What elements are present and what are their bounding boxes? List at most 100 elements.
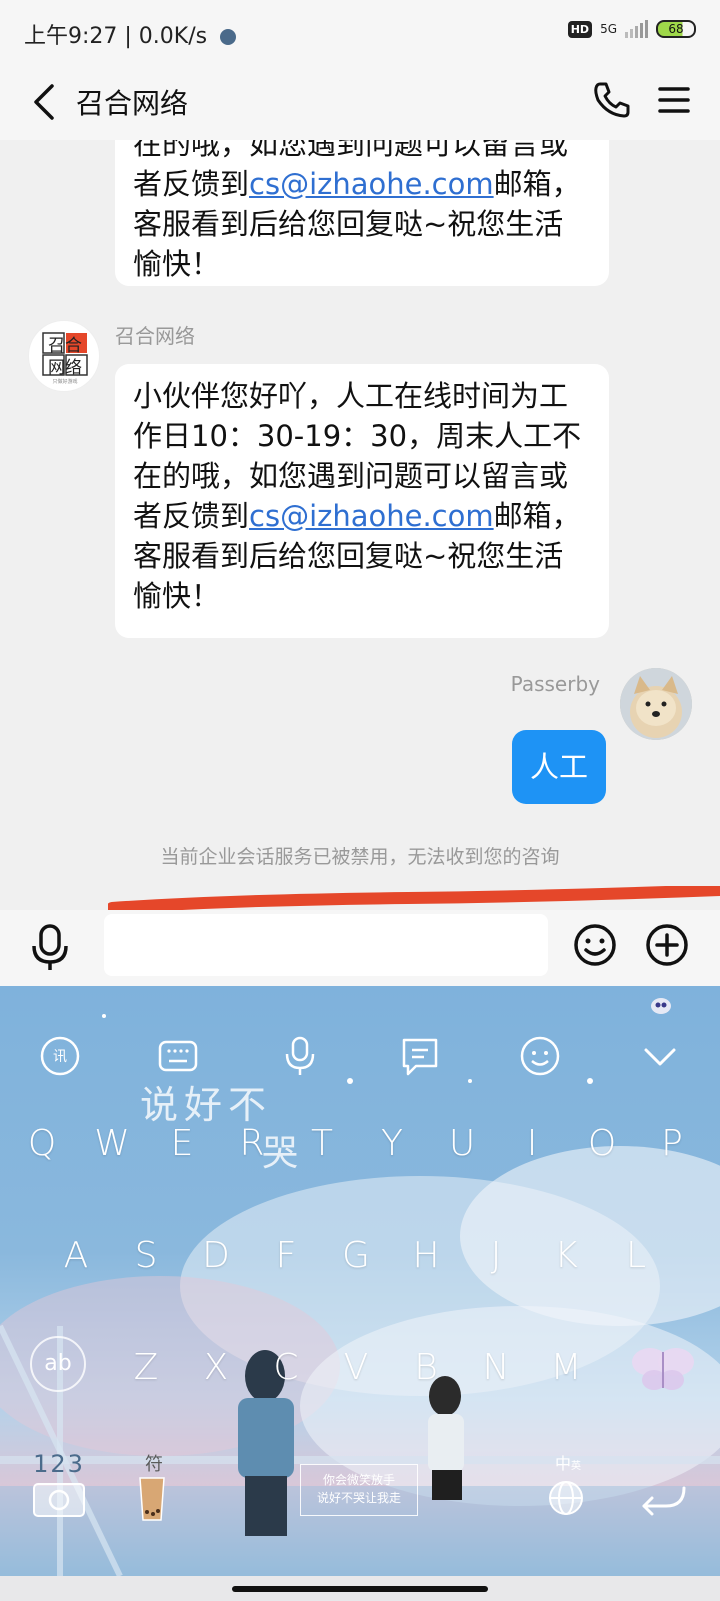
key-t[interactable]: T (292, 1114, 352, 1174)
keyboard-emoji-icon[interactable] (518, 1034, 562, 1078)
ai-input-icon[interactable]: 讯 (38, 1034, 82, 1078)
butterfly-delete-icon[interactable] (628, 1342, 698, 1394)
key-g[interactable]: G (326, 1226, 386, 1286)
message-input[interactable] (104, 914, 548, 976)
battery-icon: 68 (656, 20, 696, 38)
emoji-icon[interactable] (572, 922, 618, 968)
microphone-icon[interactable] (28, 922, 72, 974)
mascot-icon[interactable] (648, 992, 674, 1018)
key-f[interactable]: F (256, 1226, 316, 1286)
key-q[interactable]: Q (12, 1114, 72, 1174)
key-m[interactable]: M (536, 1338, 596, 1398)
key-v[interactable]: V (326, 1338, 386, 1398)
message-line: 客服看到后给您回复哒~祝您生活 (133, 539, 564, 573)
dog-avatar-icon (620, 668, 692, 740)
message-line: 客服看到后给您回复哒~祝您生活 (133, 207, 564, 241)
language-switch-key[interactable]: 中英 (548, 1450, 588, 1474)
user-message-text: 人工 (529, 750, 588, 784)
menu-icon[interactable] (652, 78, 696, 122)
key-e[interactable]: E (152, 1114, 212, 1174)
key-x[interactable]: X (186, 1338, 246, 1398)
hd-badge: HD (567, 20, 593, 38)
voice-input-icon[interactable] (278, 1034, 322, 1078)
input-bar (0, 910, 720, 986)
battery-level: 68 (668, 22, 684, 36)
shift-key[interactable]: ab (30, 1336, 86, 1392)
message-text: 者反馈到 (133, 167, 250, 201)
key-k[interactable]: K (536, 1226, 596, 1286)
chat-area[interactable]: 在的哦，如您遇到问题可以留言或 者反馈到cs@izhaohe.com邮箱， 客服… (0, 140, 720, 910)
user-avatar[interactable] (620, 668, 692, 740)
enter-icon[interactable] (636, 1480, 692, 1520)
bot-message-bubble-previous: 在的哦，如您遇到问题可以留言或 者反馈到cs@izhaohe.com邮箱， 客服… (115, 140, 609, 286)
message-line: 作日10：30-19：30，周末人工不 (133, 419, 582, 453)
status-time: 上午9:27 | 0.0K/s (24, 18, 237, 50)
key-s[interactable]: S (116, 1226, 176, 1286)
message-line: 者反馈到cs@izhaohe.com邮箱， (133, 496, 591, 536)
shift-label: ab (44, 1351, 72, 1376)
page-title: 召合网络 (76, 87, 189, 120)
numbers-label: 123 (33, 1450, 85, 1478)
message-text: 邮箱， (493, 167, 581, 201)
key-z[interactable]: Z (116, 1338, 176, 1398)
key-a[interactable]: A (46, 1226, 106, 1286)
key-y[interactable]: Y (362, 1114, 422, 1174)
home-indicator[interactable] (232, 1586, 488, 1592)
key-h[interactable]: H (396, 1226, 456, 1286)
user-sender-name: Passerby (510, 672, 600, 696)
back-arrow-icon[interactable] (24, 80, 68, 124)
camera-icon (33, 1483, 85, 1517)
svg-text:讯: 讯 (53, 1049, 67, 1065)
key-i[interactable]: I (502, 1114, 562, 1174)
logo-tagline: 只做好游戏 (52, 378, 77, 385)
key-w[interactable]: W (82, 1114, 142, 1174)
collapse-keyboard-icon[interactable] (638, 1034, 682, 1078)
space-key[interactable]: 你会微笑放手 说好不哭让我走 (300, 1464, 418, 1516)
title-bar: 召合网络 (0, 64, 720, 140)
key-n[interactable]: N (466, 1338, 526, 1398)
system-notice: 当前企业会话服务已被禁用，无法收到您的咨询 (160, 846, 560, 868)
numbers-key[interactable]: 123 (24, 1450, 94, 1478)
email-link[interactable]: cs@izhaohe.com (249, 499, 494, 533)
status-indicators: HD 5G 68 (567, 20, 696, 38)
email-link[interactable]: cs@izhaohe.com (249, 167, 494, 201)
key-o[interactable]: O (572, 1114, 632, 1174)
message-line: 小伙伴您好吖，人工在线时间为工 (133, 379, 569, 413)
key-r[interactable]: R (222, 1114, 282, 1174)
language-sub-label: 英 (571, 1461, 581, 1472)
key-p[interactable]: P (642, 1114, 702, 1174)
bubble-tea-icon (139, 1477, 165, 1521)
user-message-bubble: 人工 (512, 730, 606, 804)
message-line: 愉快！ (133, 579, 221, 613)
message-text: 者反馈到 (133, 499, 250, 533)
key-d[interactable]: D (186, 1226, 246, 1286)
key-b[interactable]: B (396, 1338, 456, 1398)
signal-icon (625, 20, 648, 38)
message-line: 者反馈到cs@izhaohe.com邮箱， (133, 164, 591, 204)
zhaohe-logo-icon: 召合 网络 只做好游戏 (42, 332, 88, 385)
network-type: 5G (600, 22, 617, 36)
space-label-line-1: 你会微笑放手 (322, 1473, 395, 1487)
status-time-text: 上午9:27 | 0.0K/s (24, 24, 208, 49)
key-j[interactable]: J (466, 1226, 526, 1286)
phone-icon[interactable] (590, 78, 634, 122)
message-line: 愉快！ (133, 247, 221, 281)
bot-message-bubble: 小伙伴您好吖，人工在线时间为工 作日10：30-19：30，周末人工不 在的哦，… (115, 364, 609, 638)
language-label: 中 (554, 1454, 571, 1473)
plus-icon[interactable] (644, 922, 690, 968)
message-text: 邮箱， (493, 499, 581, 533)
key-u[interactable]: U (432, 1114, 492, 1174)
quick-phrase-icon[interactable] (398, 1034, 442, 1078)
logo-text-top: 召合 (48, 336, 82, 356)
navigation-bar (0, 1576, 720, 1601)
bot-avatar[interactable]: 召合 网络 只做好游戏 (28, 320, 100, 392)
globe-icon (549, 1481, 583, 1515)
message-line: 在的哦，如您遇到问题可以留言或 (133, 140, 569, 161)
key-l[interactable]: L (606, 1226, 666, 1286)
app-notification-icon (220, 29, 237, 45)
space-label-line-2: 说好不哭让我走 (316, 1491, 401, 1505)
keyboard-layout-icon[interactable] (156, 1034, 200, 1078)
message-line: 在的哦，如您遇到问题可以留言或 (133, 459, 569, 493)
bot-sender-name: 召合网络 (115, 324, 195, 348)
key-c[interactable]: C (256, 1338, 316, 1398)
